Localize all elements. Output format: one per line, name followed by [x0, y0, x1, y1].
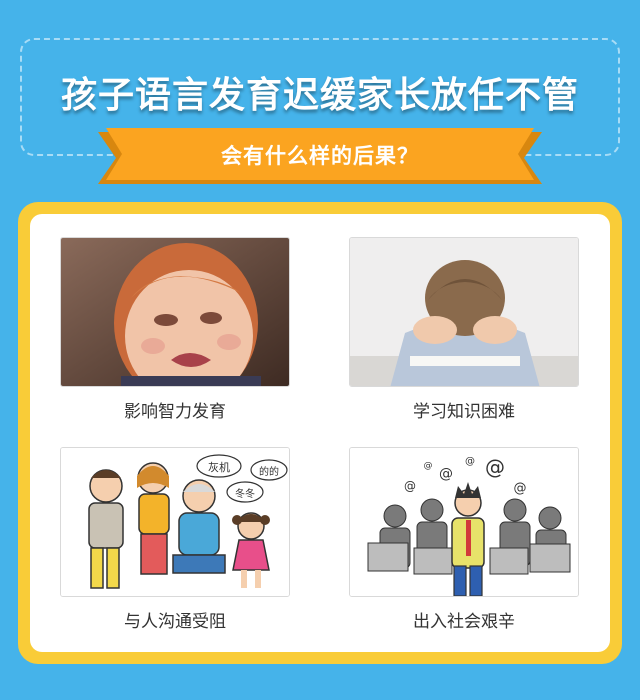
consequence-label: 与人沟通受阻 — [124, 612, 226, 632]
consequence-item-intelligence: 影响智力发育 — [60, 237, 290, 422]
boy-head-down-photo — [349, 237, 579, 387]
svg-text:@: @ — [465, 456, 475, 467]
consequence-label: 学习知识困难 — [413, 402, 515, 422]
svg-text:@: @ — [404, 479, 416, 493]
svg-text:@: @ — [439, 466, 453, 482]
consequence-item-communication: 灰机 的的 冬冬 与人沟通受阻 — [60, 447, 290, 632]
bubble-text: 的的 — [259, 465, 279, 478]
svg-text:@: @ — [485, 455, 505, 479]
stressed-office-worker-illustration: @ @ @ @ @ @ — [349, 447, 579, 597]
consequence-label: 影响智力发育 — [124, 402, 226, 422]
consequence-item-learning: 学习知识困难 — [349, 237, 579, 422]
bubble-text: 灰机 — [208, 460, 230, 474]
crying-toddler-photo — [60, 237, 290, 387]
svg-text:@: @ — [424, 461, 433, 471]
subtitle-ribbon: 会有什么样的后果？ — [98, 128, 542, 184]
consequence-item-society: @ @ @ @ @ @ 出入社会艰辛 — [349, 447, 579, 632]
svg-text:@: @ — [514, 481, 527, 496]
consequence-label: 出入社会艰辛 — [413, 612, 515, 632]
page-subtitle: 会有什么样的后果？ — [221, 144, 419, 168]
page-title: 孩子语言发育迟缓家长放任不管 — [60, 75, 579, 116]
bubble-text: 冬冬 — [235, 487, 255, 500]
family-cartoon-illustration: 灰机 的的 冬冬 — [60, 447, 290, 597]
